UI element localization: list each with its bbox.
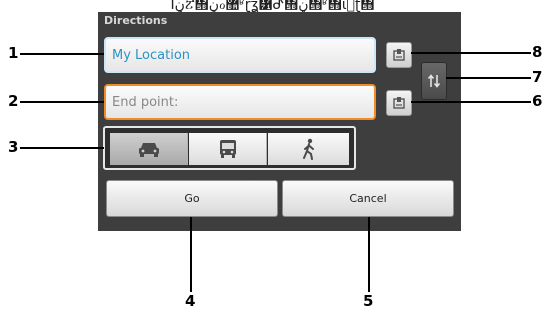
start-point-value: My Location xyxy=(112,47,191,63)
swap-button[interactable] xyxy=(421,62,447,100)
cancel-button-label: Cancel xyxy=(349,192,387,205)
start-point-field[interactable]: My Location xyxy=(104,37,376,73)
callout-5: 5 xyxy=(363,292,374,310)
end-contact-button[interactable] xyxy=(386,90,412,116)
leader-line-3 xyxy=(20,147,104,149)
callout-1: 1 xyxy=(8,44,19,62)
go-button-label: Go xyxy=(184,192,200,205)
callout-4: 4 xyxy=(185,292,196,310)
leader-line-2 xyxy=(20,101,104,103)
mode-transit-button[interactable] xyxy=(189,133,267,165)
end-point-placeholder: End point: xyxy=(112,94,179,110)
contact-picker-icon xyxy=(393,49,405,61)
go-button[interactable]: Go xyxy=(106,180,278,217)
leader-line-6 xyxy=(411,101,531,103)
leader-line-8 xyxy=(411,52,531,54)
top-caption: Ĭ݈ڼ݈ፘ፛͂ڼℴ޺ʶ̈ɽʓ᝱ᕸ፛ڼ፛ʶ፛ιᄌ̈ʈ፛ xyxy=(170,0,375,12)
leader-line-1 xyxy=(20,53,104,55)
start-contact-button[interactable] xyxy=(386,42,412,68)
cancel-button[interactable]: Cancel xyxy=(282,180,454,217)
directions-title: Directions xyxy=(104,14,168,27)
callout-7: 7 xyxy=(532,68,543,86)
contact-picker-icon xyxy=(393,97,405,109)
mode-walk-button[interactable] xyxy=(268,133,349,165)
mode-car-button[interactable] xyxy=(110,133,188,165)
callout-8: 8 xyxy=(532,43,543,61)
leader-line-7 xyxy=(446,77,531,79)
walk-icon xyxy=(302,138,314,160)
callout-2: 2 xyxy=(8,92,19,110)
callout-6: 6 xyxy=(532,92,543,110)
leader-line-5 xyxy=(368,217,370,292)
transport-mode-selector xyxy=(103,126,356,170)
swap-arrows-icon xyxy=(427,74,441,88)
end-point-field[interactable]: End point: xyxy=(104,84,376,120)
leader-line-4 xyxy=(190,217,192,292)
callout-3: 3 xyxy=(8,138,19,156)
bus-icon xyxy=(219,140,236,158)
car-icon xyxy=(138,143,159,157)
